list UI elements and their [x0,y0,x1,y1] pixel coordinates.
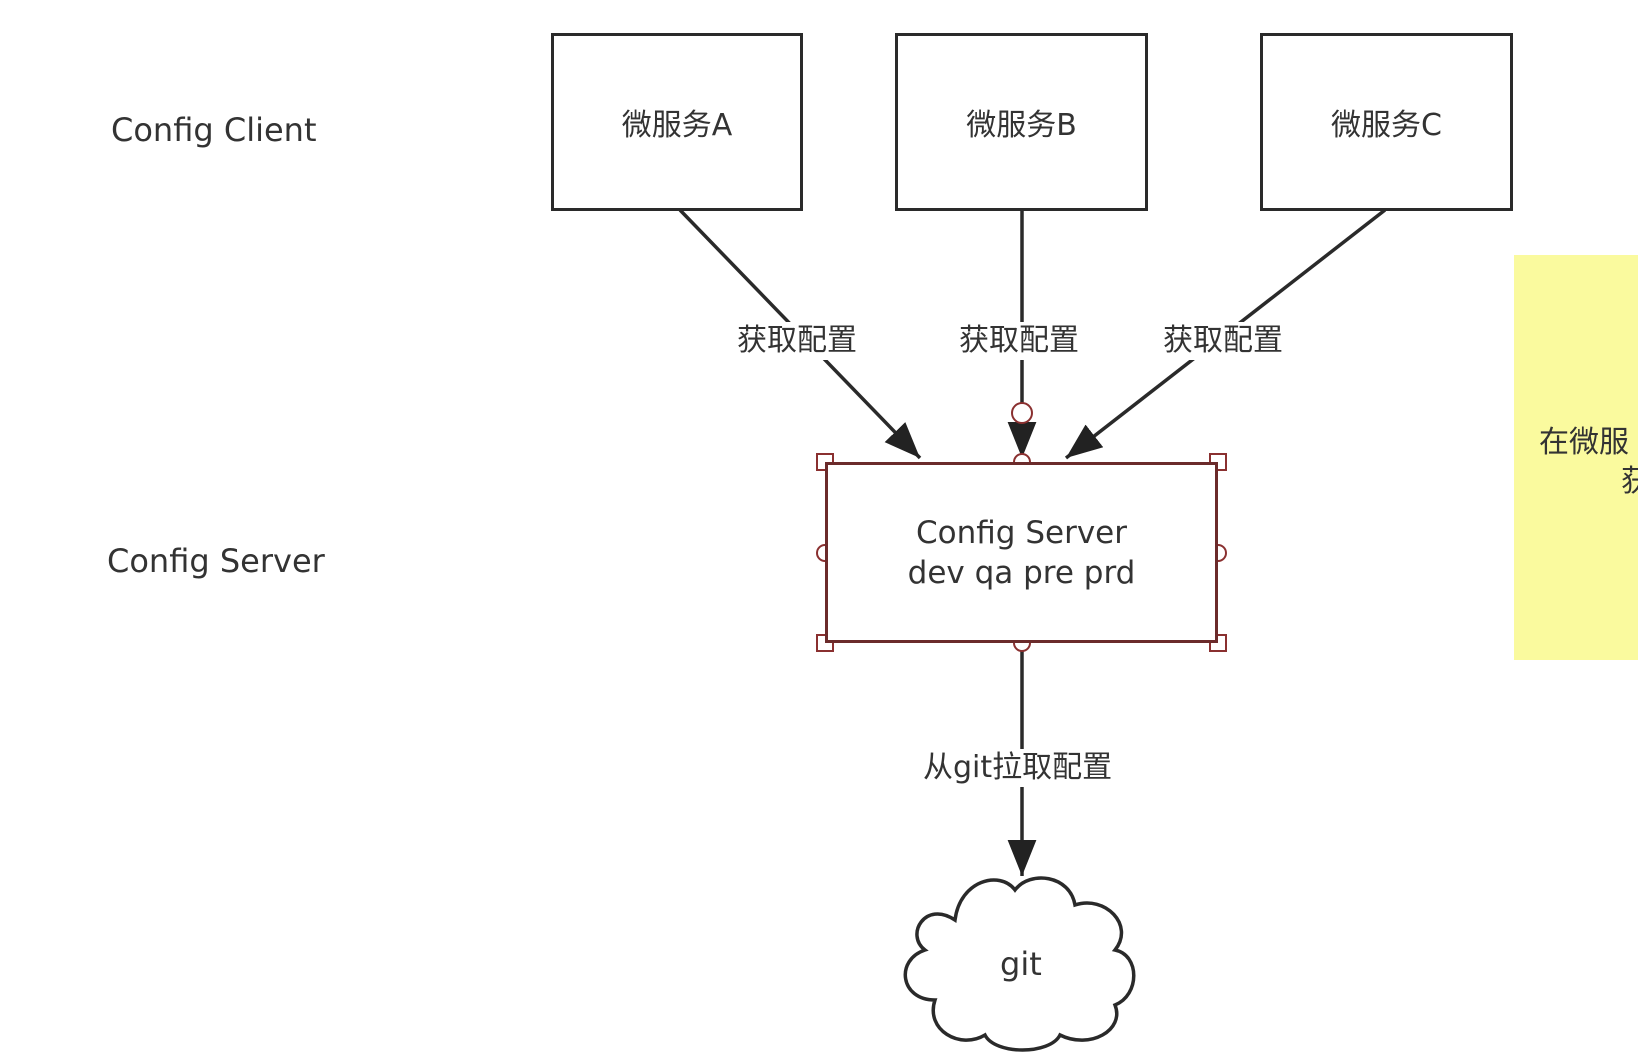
config-client-label: Config Client [111,111,317,149]
microservice-a-box[interactable]: 微服务A [551,33,803,211]
sticky-note[interactable]: 在微服 获 [1514,255,1638,660]
microservice-c-box[interactable]: 微服务C [1260,33,1513,211]
microservice-c-label: 微服务C [1331,108,1442,143]
edge-c-label: 获取配置 [1159,322,1287,360]
microservice-b-box[interactable]: 微服务B [895,33,1148,211]
edge-b-label: 获取配置 [955,322,1083,360]
connection-handle[interactable] [1011,402,1033,424]
git-label: git [1000,945,1042,983]
config-server-box[interactable]: Config Server dev qa pre prd [825,462,1218,643]
config-server-environments: dev qa pre prd [907,554,1136,591]
sticky-note-line2: 获 [1621,464,1638,499]
config-server-title: Config Server [916,514,1127,551]
edge-git-label: 从git拉取配置 [919,749,1117,787]
microservice-a-label: 微服务A [621,108,733,143]
edge-a-label: 获取配置 [733,322,861,360]
microservice-b-label: 微服务B [966,108,1077,143]
sticky-note-line1: 在微服 [1539,425,1629,460]
config-server-label: Config Server [107,542,325,580]
